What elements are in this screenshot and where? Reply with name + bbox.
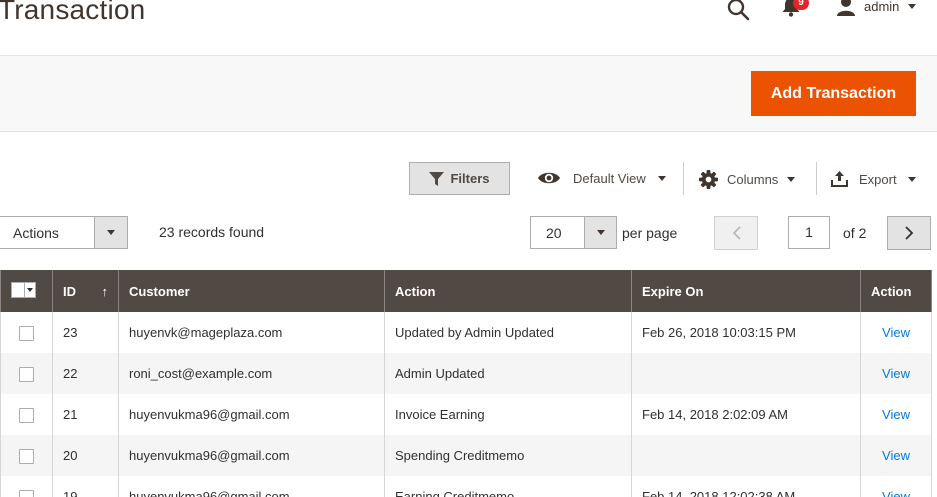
default-view-label: Default View xyxy=(573,170,646,186)
row-checkbox-cell[interactable] xyxy=(0,394,53,435)
page-number-input[interactable]: 1 xyxy=(788,216,830,249)
cell-customer: huyenvk@mageplaza.com xyxy=(118,312,385,353)
filters-label: Filters xyxy=(450,171,490,186)
table-row: 21 huyenvukma96@gmail.com Invoice Earnin… xyxy=(0,394,932,435)
column-header-expire-on[interactable]: Expire On xyxy=(631,270,861,312)
view-link[interactable]: View xyxy=(882,366,910,381)
user-icon[interactable] xyxy=(836,0,856,16)
cell-expire-on xyxy=(631,435,861,476)
view-link[interactable]: View xyxy=(882,448,910,463)
view-link[interactable]: View xyxy=(882,325,910,340)
filters-button[interactable]: Filters xyxy=(409,162,510,195)
per-page-dropdown-toggle[interactable] xyxy=(584,217,616,248)
chevron-down-icon xyxy=(787,177,796,182)
mass-actions-value: Actions xyxy=(13,225,59,241)
export-icon xyxy=(831,171,848,187)
view-link[interactable]: View xyxy=(882,407,910,422)
add-transaction-button[interactable]: Add Transaction xyxy=(751,71,916,116)
chevron-right-icon xyxy=(904,226,913,240)
per-page-select[interactable]: 20 xyxy=(530,216,617,249)
cell-view-link: View xyxy=(860,353,932,394)
filter-icon xyxy=(429,171,445,186)
columns-label: Columns xyxy=(727,172,779,187)
cell-action: Spending Creditmemo xyxy=(384,435,632,476)
chevron-down-icon xyxy=(657,175,666,181)
table-row: 19 huyenvukma96@gmail.com Earning Credit… xyxy=(0,476,932,497)
divider xyxy=(683,162,684,195)
cell-view-link: View xyxy=(860,435,932,476)
chevron-left-icon xyxy=(732,226,741,240)
cell-id: 23 xyxy=(52,312,119,353)
table-row: 22 roni_cost@example.com Admin Updated V… xyxy=(0,353,932,394)
column-header-action[interactable]: Action xyxy=(384,270,632,312)
previous-page-button[interactable] xyxy=(714,216,758,250)
gear-icon xyxy=(699,170,718,189)
column-header-customer[interactable]: Customer xyxy=(118,270,385,312)
search-icon[interactable] xyxy=(726,0,750,21)
mass-actions-select[interactable]: Actions xyxy=(0,216,128,249)
row-checkbox[interactable] xyxy=(19,325,34,341)
row-checkbox-cell[interactable] xyxy=(0,476,53,497)
records-found: 23 records found xyxy=(159,224,265,240)
mass-select-header[interactable] xyxy=(0,270,53,312)
page-actions-bar: Add Transaction xyxy=(0,56,937,132)
divider xyxy=(816,162,817,195)
cell-expire-on: Feb 26, 2018 10:03:15 PM xyxy=(631,312,861,353)
row-checkbox[interactable] xyxy=(19,366,34,382)
cell-id: 20 xyxy=(52,435,119,476)
cell-view-link: View xyxy=(860,312,932,353)
cell-expire-on: Feb 14, 2018 12:02:38 AM xyxy=(631,476,861,497)
per-page-label: per page xyxy=(622,225,678,241)
chevron-down-icon xyxy=(596,230,605,235)
default-view-switcher[interactable]: Default View xyxy=(537,170,666,186)
cell-action: Updated by Admin Updated xyxy=(384,312,632,353)
cell-expire-on: Feb 14, 2018 2:02:09 AM xyxy=(631,394,861,435)
admin-user-menu[interactable]: admin xyxy=(864,0,899,14)
sort-ascending-icon: ↑ xyxy=(101,283,109,299)
chevron-down-icon[interactable] xyxy=(908,4,916,9)
row-checkbox[interactable] xyxy=(19,407,34,423)
row-checkbox[interactable] xyxy=(19,448,34,464)
actions-dropdown-toggle[interactable] xyxy=(94,217,127,248)
view-link[interactable]: View xyxy=(882,489,910,497)
per-page-value: 20 xyxy=(546,225,562,241)
total-pages-label: of 2 xyxy=(843,225,867,241)
cell-action: Earning Creditmemo xyxy=(384,476,632,497)
table-row: 23 huyenvk@mageplaza.com Updated by Admi… xyxy=(0,312,932,353)
cell-view-link: View xyxy=(860,476,932,497)
next-page-button[interactable] xyxy=(887,216,931,250)
chevron-down-icon xyxy=(907,176,916,182)
chevron-down-icon xyxy=(107,230,115,235)
row-checkbox-cell[interactable] xyxy=(0,435,53,476)
table-row: 20 huyenvukma96@gmail.com Spending Credi… xyxy=(0,435,932,476)
row-checkbox[interactable] xyxy=(19,489,34,497)
notification-count-badge[interactable]: 9 xyxy=(793,0,809,10)
row-checkbox-cell[interactable] xyxy=(0,353,53,394)
eye-icon xyxy=(538,172,560,184)
cell-id: 19 xyxy=(52,476,119,497)
cell-id: 21 xyxy=(52,394,119,435)
row-checkbox-cell[interactable] xyxy=(0,312,53,353)
transactions-grid: ID ↑ Customer Action Expire On Action 23… xyxy=(0,270,932,497)
page-header: Transaction 9 admin xyxy=(0,0,937,56)
cell-customer: huyenvukma96@gmail.com xyxy=(118,435,385,476)
mass-select-checkbox[interactable] xyxy=(11,282,36,298)
page-title: Transaction xyxy=(0,0,146,25)
export-label: Export xyxy=(859,171,897,187)
cell-customer: huyenvukma96@gmail.com xyxy=(118,476,385,497)
cell-view-link: View xyxy=(860,394,932,435)
cell-action: Invoice Earning xyxy=(384,394,632,435)
grid-header-row: ID ↑ Customer Action Expire On Action xyxy=(0,270,932,312)
cell-expire-on xyxy=(631,353,861,394)
columns-control[interactable]: Columns xyxy=(699,170,796,189)
export-control[interactable]: Export xyxy=(831,171,916,187)
cell-id: 22 xyxy=(52,353,119,394)
column-header-link-action: Action xyxy=(860,270,932,312)
column-header-id[interactable]: ID ↑ xyxy=(52,270,119,312)
cell-action: Admin Updated xyxy=(384,353,632,394)
cell-customer: huyenvukma96@gmail.com xyxy=(118,394,385,435)
cell-customer: roni_cost@example.com xyxy=(118,353,385,394)
